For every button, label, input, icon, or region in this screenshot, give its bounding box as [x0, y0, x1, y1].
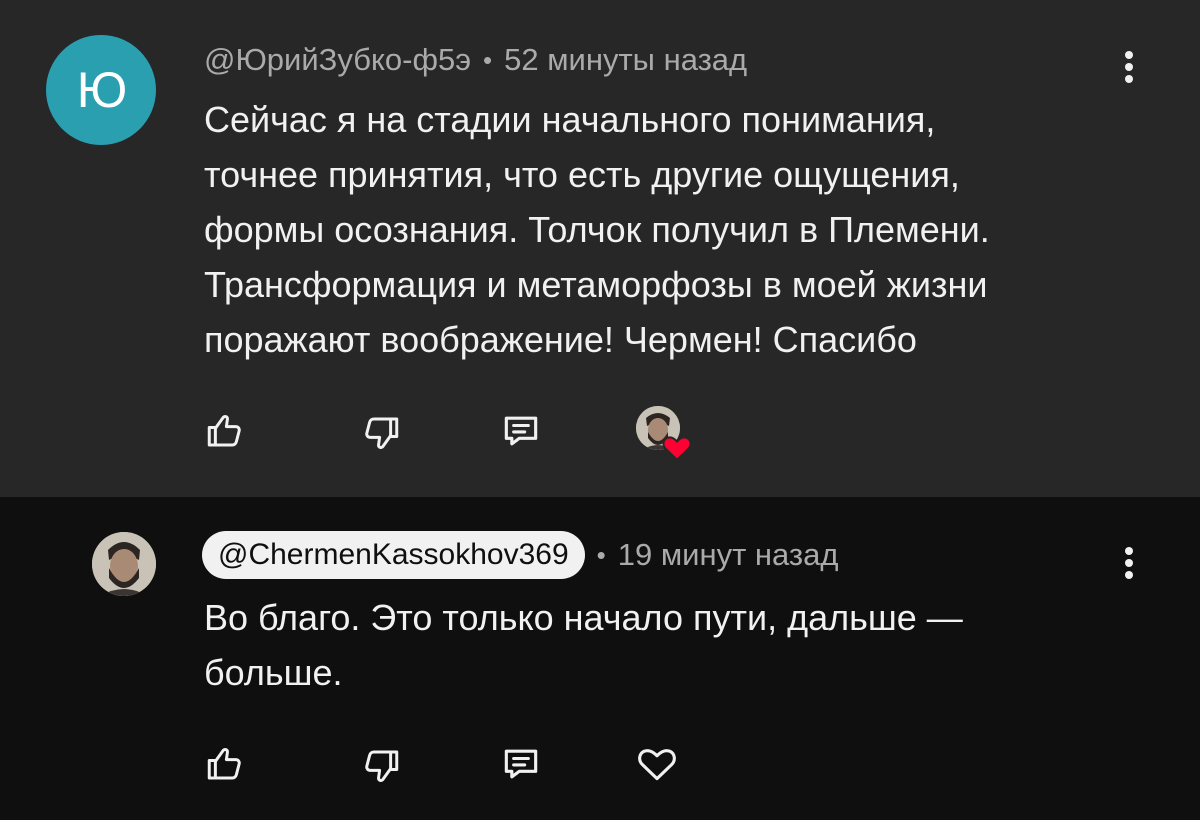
separator-dot: • — [596, 539, 606, 570]
author-name-badge[interactable]: @ChermenKassokhov369 — [202, 531, 585, 579]
comment-item: @ChermenKassokhov369 • 19 минут назад Во… — [0, 497, 1200, 820]
like-icon[interactable] — [200, 406, 250, 456]
author-name[interactable]: @ЮрийЗубко-ф5э — [204, 42, 471, 78]
comment-header: @ЮрийЗубко-ф5э • 52 минуты назад — [204, 40, 747, 80]
more-options-icon[interactable] — [1119, 541, 1139, 585]
reply-icon[interactable] — [496, 739, 546, 789]
more-options-icon[interactable] — [1119, 45, 1139, 89]
comment-time[interactable]: 19 минут назад — [618, 537, 839, 573]
creator-heart-icon — [661, 432, 693, 467]
dislike-icon[interactable] — [356, 741, 406, 791]
heart-icon[interactable] — [632, 739, 682, 789]
reply-icon[interactable] — [496, 406, 546, 456]
author-avatar[interactable] — [92, 532, 156, 596]
comment-header: @ChermenKassokhov369 • 19 минут назад — [202, 531, 838, 579]
dislike-icon[interactable] — [356, 408, 406, 458]
comment-text: Сейчас я на стадии начального понимания,… — [204, 99, 990, 360]
comment-time[interactable]: 52 минуты назад — [504, 42, 747, 78]
avatar-letter: Ю — [76, 62, 127, 118]
like-icon[interactable] — [200, 739, 250, 789]
comment-item: Ю @ЮрийЗубко-ф5э • 52 минуты назад Сейча… — [0, 0, 1200, 497]
separator-dot: • — [483, 44, 493, 75]
author-avatar[interactable]: Ю — [46, 35, 156, 145]
comment-text: Во благо. Это только начало пути, дальше… — [204, 597, 963, 693]
